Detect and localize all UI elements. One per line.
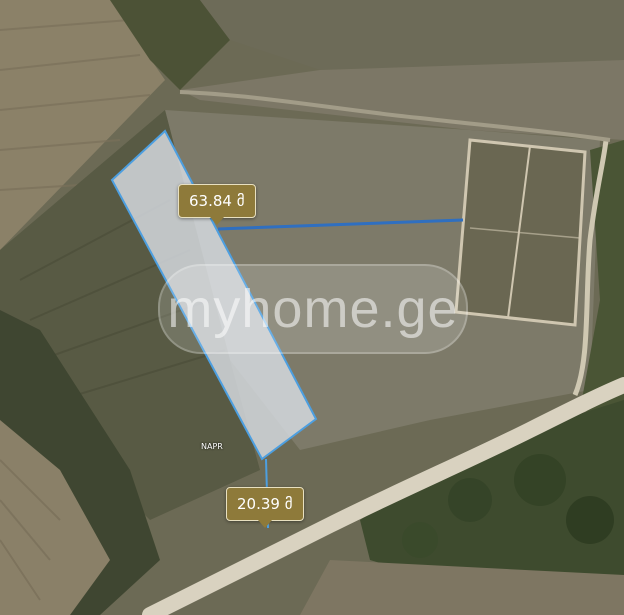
distance-label: 63.84 მ <box>178 184 256 225</box>
watermark-logo: myhome.ge <box>158 264 468 354</box>
satellite-map[interactable]: myhome.ge 63.84 მ 20.39 მ NAPR <box>0 0 624 615</box>
plot-tag: NAPR <box>201 442 223 451</box>
distance-label: 20.39 მ <box>226 487 304 528</box>
